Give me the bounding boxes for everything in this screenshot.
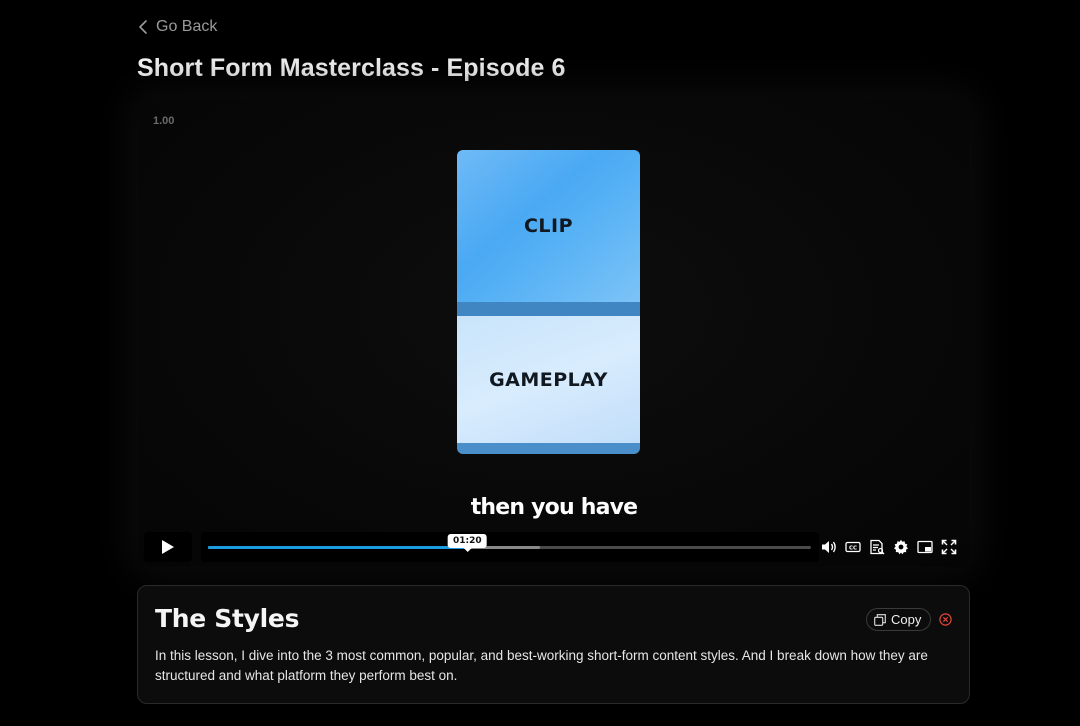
video-caption: then you have: [470, 495, 638, 520]
phone-bottom-label: GAMEPLAY: [489, 368, 608, 391]
copy-icon: [874, 613, 886, 626]
svg-text:CC: CC: [849, 546, 857, 552]
control-icons: CC: [821, 532, 957, 562]
video-frame-phone: CLIP GAMEPLAY: [457, 150, 640, 454]
settings-icon[interactable]: [893, 539, 909, 555]
page-title: Short Form Masterclass - Episode 6: [137, 54, 566, 82]
go-back-label: Go Back: [156, 18, 218, 35]
close-circle-icon[interactable]: [939, 613, 952, 626]
chevron-left-icon: [139, 20, 147, 34]
play-button[interactable]: [144, 532, 192, 562]
picture-in-picture-icon[interactable]: [917, 539, 933, 555]
lesson-card: The Styles Copy In this lesson, I dive i…: [137, 585, 970, 704]
current-time-tooltip: 01:20: [447, 534, 487, 548]
player-controls: 01:20 CC: [144, 532, 964, 562]
copy-button[interactable]: Copy: [866, 608, 932, 631]
phone-top-label: CLIP: [523, 215, 574, 237]
fullscreen-icon[interactable]: [941, 539, 957, 555]
page: Go Back Short Form Masterclass - Episode…: [0, 0, 1080, 726]
volume-icon[interactable]: [821, 539, 837, 555]
playback-speed-label: 1.00: [153, 115, 175, 127]
phone-bottom-panel: GAMEPLAY: [457, 316, 640, 443]
phone-footer: [457, 443, 640, 454]
progress-scrubber[interactable]: 01:20: [201, 532, 819, 562]
phone-top-panel: CLIP: [457, 150, 640, 302]
transcript-icon[interactable]: [869, 539, 885, 555]
go-back-link[interactable]: Go Back: [138, 18, 217, 36]
video-player[interactable]: 1.00 CLIP GAMEPLAY then you have 01:20 C…: [138, 99, 970, 567]
progress-track: 01:20: [208, 534, 811, 549]
copy-button-label: Copy: [891, 612, 922, 627]
lesson-title: The Styles: [155, 604, 300, 633]
lesson-description: In this lesson, I dive into the 3 most c…: [155, 648, 928, 683]
play-icon: [162, 540, 174, 554]
progress-played: [208, 546, 468, 549]
closed-captions-icon[interactable]: CC: [845, 539, 861, 555]
phone-divider: [457, 302, 640, 316]
